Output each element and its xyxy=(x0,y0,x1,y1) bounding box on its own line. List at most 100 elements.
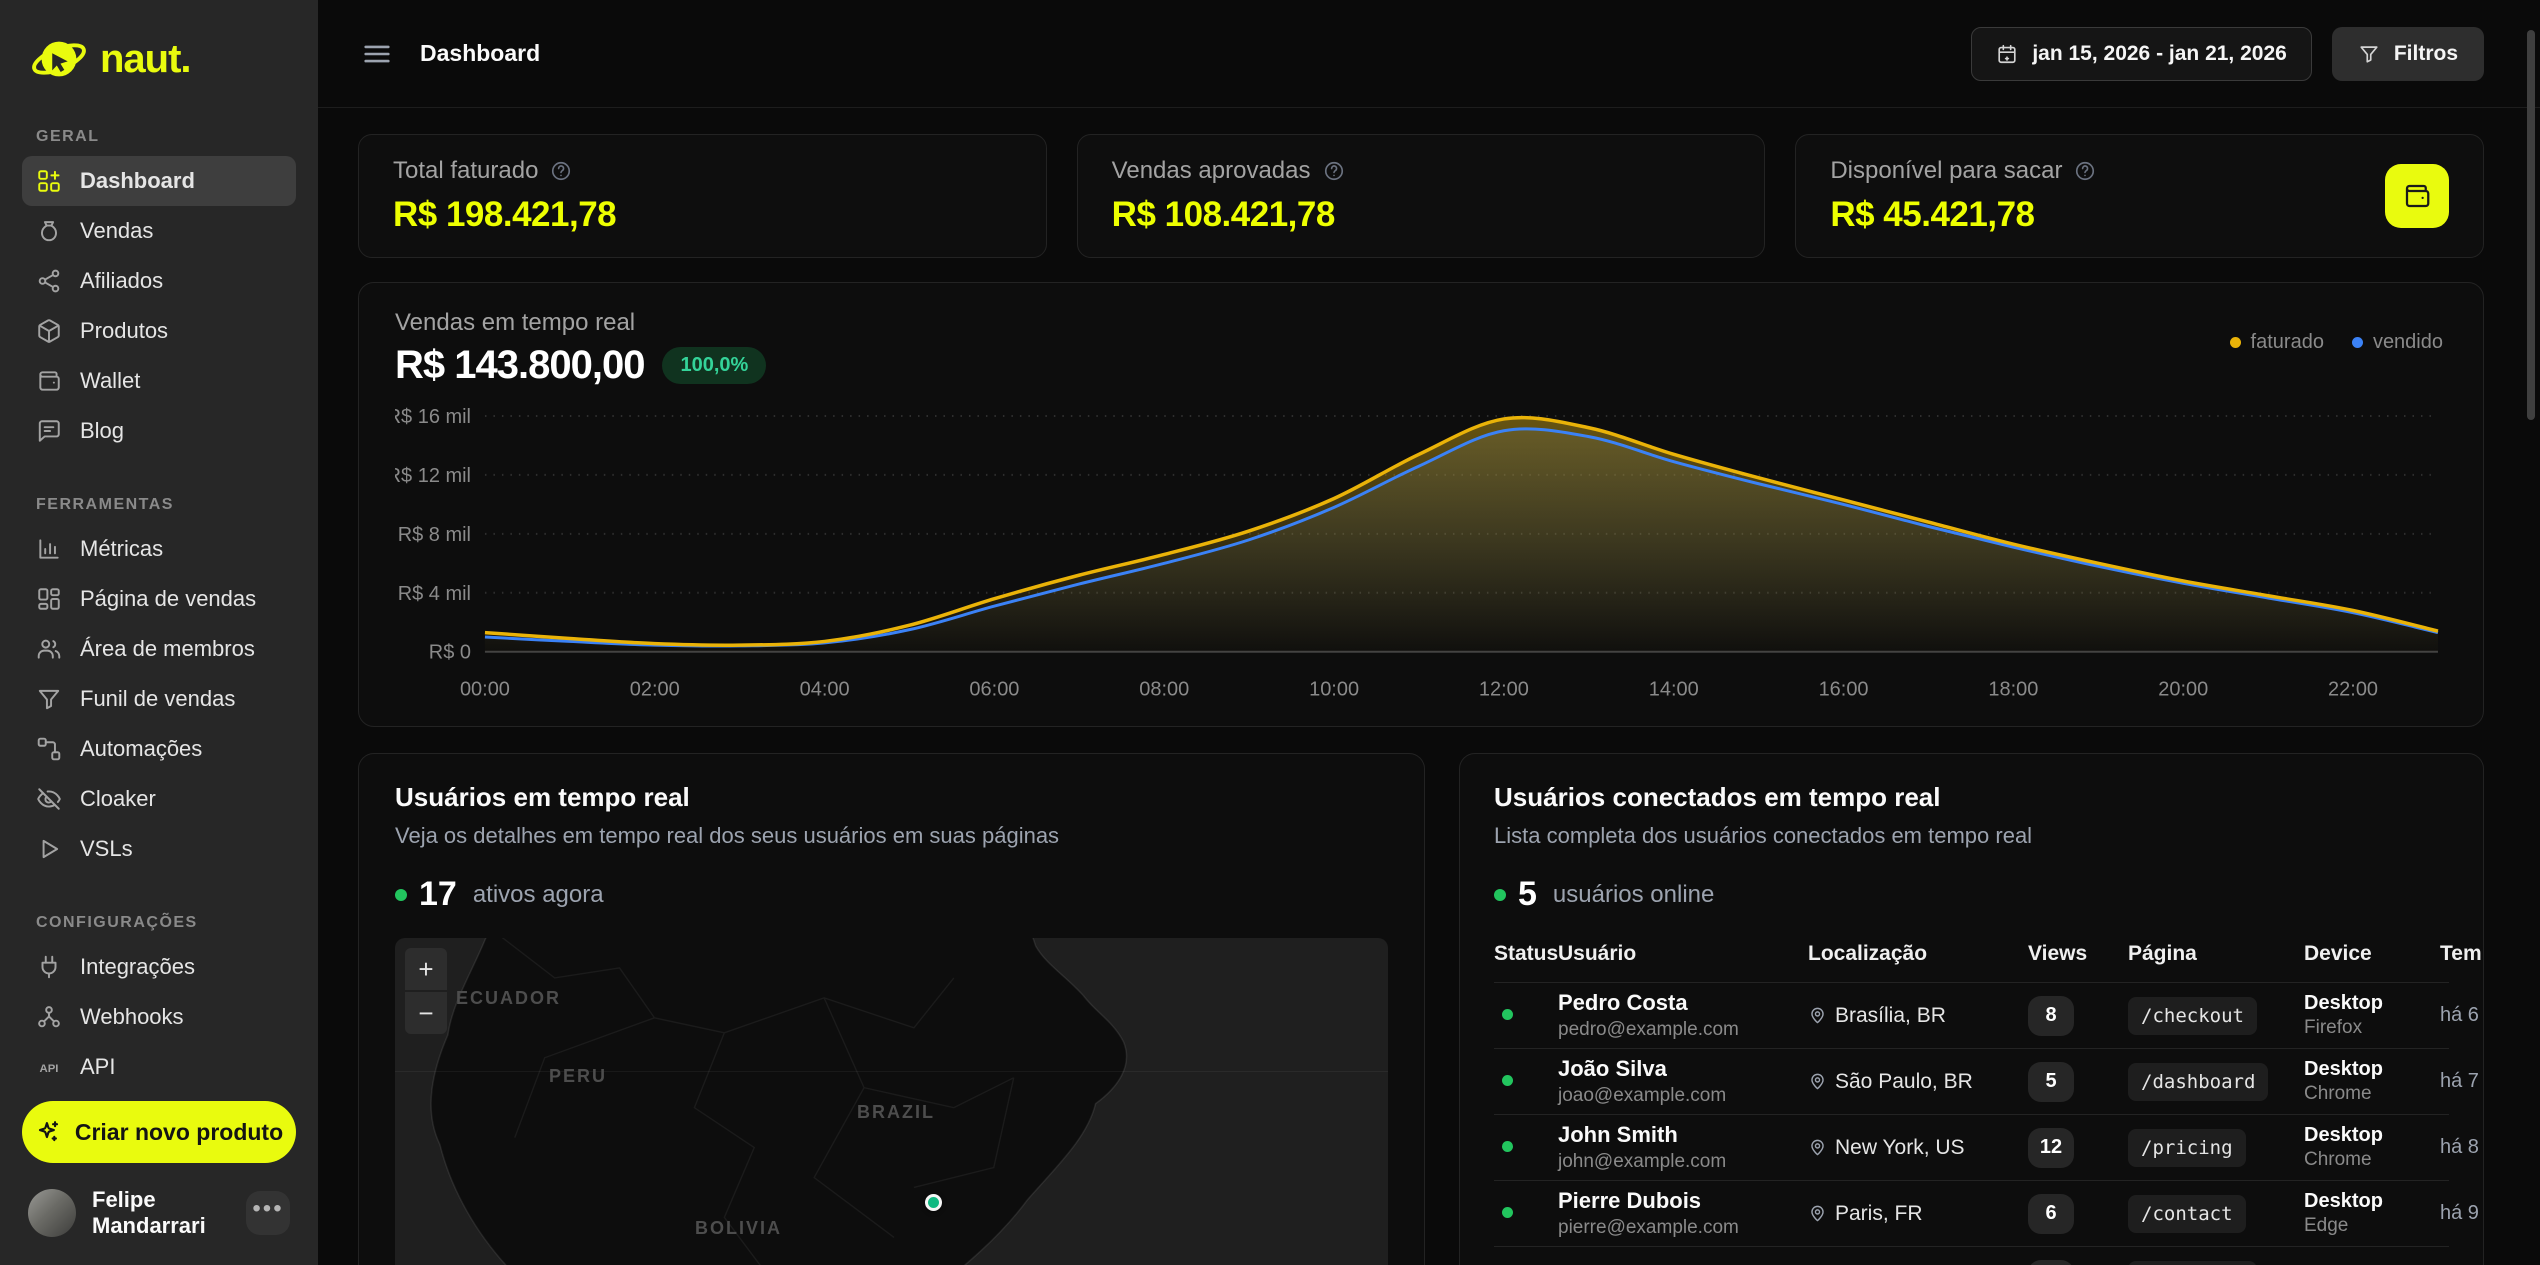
create-product-label: Criar novo produto xyxy=(75,1119,283,1146)
scrollbar-thumb[interactable] xyxy=(2527,30,2535,420)
device-type: Desktop xyxy=(2304,1058,2440,1081)
naut-planet-logo-icon xyxy=(30,30,88,88)
views-badge: 8 xyxy=(2028,996,2074,1036)
route-icon xyxy=(36,736,62,762)
views-badge: 6 xyxy=(2028,1194,2074,1234)
user-location: Brasília, BR xyxy=(1835,1004,1946,1028)
stat-card-disponivel-sacar: Disponível para sacar R$ 45.421,78 xyxy=(1795,134,2484,258)
user-email: john@example.com xyxy=(1558,1151,1808,1173)
section-label-ferramentas: FERRAMENTAS xyxy=(22,496,296,514)
sidebar-item[interactable]: Blog xyxy=(22,406,296,456)
sidebar-item[interactable]: Wallet xyxy=(22,356,296,406)
user-profile[interactable]: Felipe Mandarrari ••• xyxy=(22,1187,296,1239)
panel-subtitle: Veja os detalhes em tempo real dos seus … xyxy=(395,823,1388,849)
sidebar-item-label: Área de membros xyxy=(80,636,255,662)
funnel-icon xyxy=(36,686,62,712)
sidebar-item[interactable]: Métricas xyxy=(22,524,296,574)
map-zoom-out-button[interactable]: − xyxy=(405,992,447,1034)
stat-value: R$ 45.421,78 xyxy=(1830,195,2096,235)
col-localizacao: Localização xyxy=(1808,942,2028,966)
legend-label: faturado xyxy=(2251,331,2324,354)
stat-card-vendas-aprovadas: Vendas aprovadas R$ 108.421,78 xyxy=(1077,134,1766,258)
sidebar-item[interactable]: Página de vendas xyxy=(22,574,296,624)
sidebar-item-label: VSLs xyxy=(80,836,133,862)
sidebar-item-label: Cloaker xyxy=(80,786,156,812)
page-path: /checkout xyxy=(2128,997,2257,1035)
avatar xyxy=(28,1189,76,1237)
sidebar-item-label: Blog xyxy=(80,418,124,444)
section-label-configuracoes: CONFIGURAÇÕES xyxy=(22,914,296,932)
logo[interactable]: naut. xyxy=(22,30,296,88)
sidebar-item[interactable]: Integrações xyxy=(22,942,296,992)
map-zoom-in-button[interactable]: + xyxy=(405,948,447,990)
sidebar-item[interactable]: VSLs xyxy=(22,824,296,874)
world-map[interactable]: ECUADOR PERU BRAZIL BOLIVIA + − xyxy=(395,938,1388,1265)
main-area: Dashboard jan 15, 2026 - jan 21, 2026 Fi… xyxy=(318,0,2540,1265)
share-icon xyxy=(36,268,62,294)
sidebar-item[interactable]: Vendas xyxy=(22,206,296,256)
col-usuario: Usuário xyxy=(1558,942,1808,966)
map-tile-seam xyxy=(395,1071,1388,1072)
filters-label: Filtros xyxy=(2394,42,2458,66)
svg-text:20:00: 20:00 xyxy=(2158,679,2208,701)
col-pagina: Página xyxy=(2128,942,2304,966)
webhook-icon xyxy=(36,1004,62,1030)
sidebar-toggle-icon[interactable] xyxy=(360,37,394,71)
sidebar-item-label: Produtos xyxy=(80,318,168,344)
active-users-count: 17 xyxy=(419,875,457,914)
table-row: Maria Santos Rio de Janeiro, BR 3 /produ… xyxy=(1494,1246,2449,1265)
wallet-icon xyxy=(36,368,62,394)
time-ago: há 9 xyxy=(2440,1202,2484,1225)
help-icon[interactable] xyxy=(2074,160,2096,182)
dashboard-icon xyxy=(36,168,62,194)
sidebar-item-label: API xyxy=(80,1054,115,1080)
svg-text:18:00: 18:00 xyxy=(1988,679,2038,701)
active-users-label: ativos agora xyxy=(473,881,604,909)
col-views: Views xyxy=(2028,942,2128,966)
nav-ferramentas: Métricas Página de vendas Área de membro… xyxy=(22,524,296,874)
device-browser: Chrome xyxy=(2304,1083,2440,1105)
user-name: Pierre Dubois xyxy=(1558,1188,1808,1214)
nav-configuracoes: Integrações Webhooks API API xyxy=(22,942,296,1092)
help-icon[interactable] xyxy=(550,160,572,182)
views-badge: 3 xyxy=(2028,1260,2074,1265)
col-device: Device xyxy=(2304,942,2440,966)
sidebar-item[interactable]: Funil de vendas xyxy=(22,674,296,724)
page-path: /dashboard xyxy=(2128,1063,2268,1101)
nav-geral: Dashboard Vendas Afiliados Produtos Wall… xyxy=(22,156,296,456)
sidebar-item[interactable]: Afiliados xyxy=(22,256,296,306)
svg-text:06:00: 06:00 xyxy=(969,679,1019,701)
withdraw-button[interactable] xyxy=(2385,164,2449,228)
sidebar-item[interactable]: Dashboard xyxy=(22,156,296,206)
table-body: Pedro Costa pedro@example.com Brasília, … xyxy=(1494,982,2449,1265)
svg-text:10:00: 10:00 xyxy=(1309,679,1359,701)
table-row: Pedro Costa pedro@example.com Brasília, … xyxy=(1494,982,2449,1048)
user-email: joao@example.com xyxy=(1558,1085,1808,1107)
map-label-peru: PERU xyxy=(549,1066,607,1087)
create-product-button[interactable]: Criar novo produto xyxy=(22,1101,296,1163)
user-menu-button[interactable]: ••• xyxy=(246,1191,290,1235)
sidebar-item-label: Página de vendas xyxy=(80,586,256,612)
sidebar-item[interactable]: Cloaker xyxy=(22,774,296,824)
legend-label: vendido xyxy=(2373,331,2443,354)
map-label-brazil: BRAZIL xyxy=(857,1102,935,1123)
panel-title: Usuários em tempo real xyxy=(395,782,1388,813)
sidebar-item[interactable]: Produtos xyxy=(22,306,296,356)
date-range-button[interactable]: jan 15, 2026 - jan 21, 2026 xyxy=(1971,27,2312,81)
sidebar-item-label: Webhooks xyxy=(80,1004,184,1030)
user-name: João Silva xyxy=(1558,1056,1808,1082)
table-row: Pierre Dubois pierre@example.com Paris, … xyxy=(1494,1180,2449,1246)
user-name: Pedro Costa xyxy=(1558,990,1808,1016)
sidebar-item[interactable]: API API xyxy=(22,1042,296,1092)
map-label-bolivia: BOLIVIA xyxy=(695,1218,782,1239)
filters-button[interactable]: Filtros xyxy=(2332,27,2484,81)
play-icon xyxy=(36,836,62,862)
chart-legend: faturado vendido xyxy=(2230,331,2443,354)
sidebar-item[interactable]: Automações xyxy=(22,724,296,774)
panel-title: Usuários conectados em tempo real xyxy=(1494,782,2449,813)
sidebar-item[interactable]: Webhooks xyxy=(22,992,296,1042)
sidebar-item[interactable]: Área de membros xyxy=(22,624,296,674)
sidebar-item-label: Métricas xyxy=(80,536,163,562)
svg-text:R$ 8 mil: R$ 8 mil xyxy=(398,524,471,546)
help-icon[interactable] xyxy=(1323,160,1345,182)
